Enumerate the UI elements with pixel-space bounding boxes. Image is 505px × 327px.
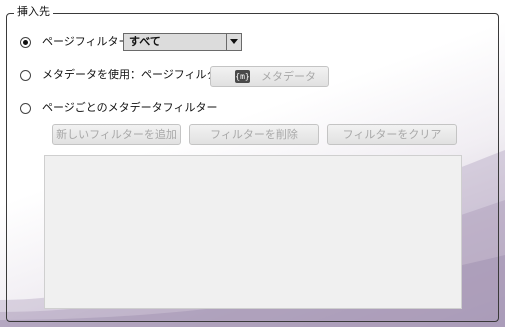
metadata-button-label: メタデータ [261, 70, 316, 83]
add-filter-button[interactable]: 新しいフィルターを追加 [52, 124, 181, 145]
chevron-down-icon[interactable] [226, 34, 241, 50]
per-page-metadata-label: ページごとのメタデータフィルター [42, 101, 218, 114]
page-filter-dropdown[interactable]: すべて [123, 33, 242, 51]
metadata-button[interactable]: {m} メタデータ [210, 66, 329, 87]
use-metadata-radio[interactable] [20, 70, 31, 81]
page-filter-radio[interactable] [20, 37, 31, 48]
delete-filter-button[interactable]: フィルターを削除 [189, 124, 319, 145]
page-filter-label: ページフィルター [42, 35, 130, 48]
page-filter-dropdown-value: すべて [129, 35, 161, 48]
group-title: 挿入先 [14, 5, 53, 19]
use-metadata-label: メタデータを使用：ページフィルター [42, 68, 229, 81]
per-page-metadata-radio[interactable] [20, 103, 31, 114]
metadata-icon: {m} [235, 70, 250, 83]
filter-list[interactable] [44, 155, 462, 309]
clear-filter-button[interactable]: フィルターをクリア [327, 124, 457, 145]
